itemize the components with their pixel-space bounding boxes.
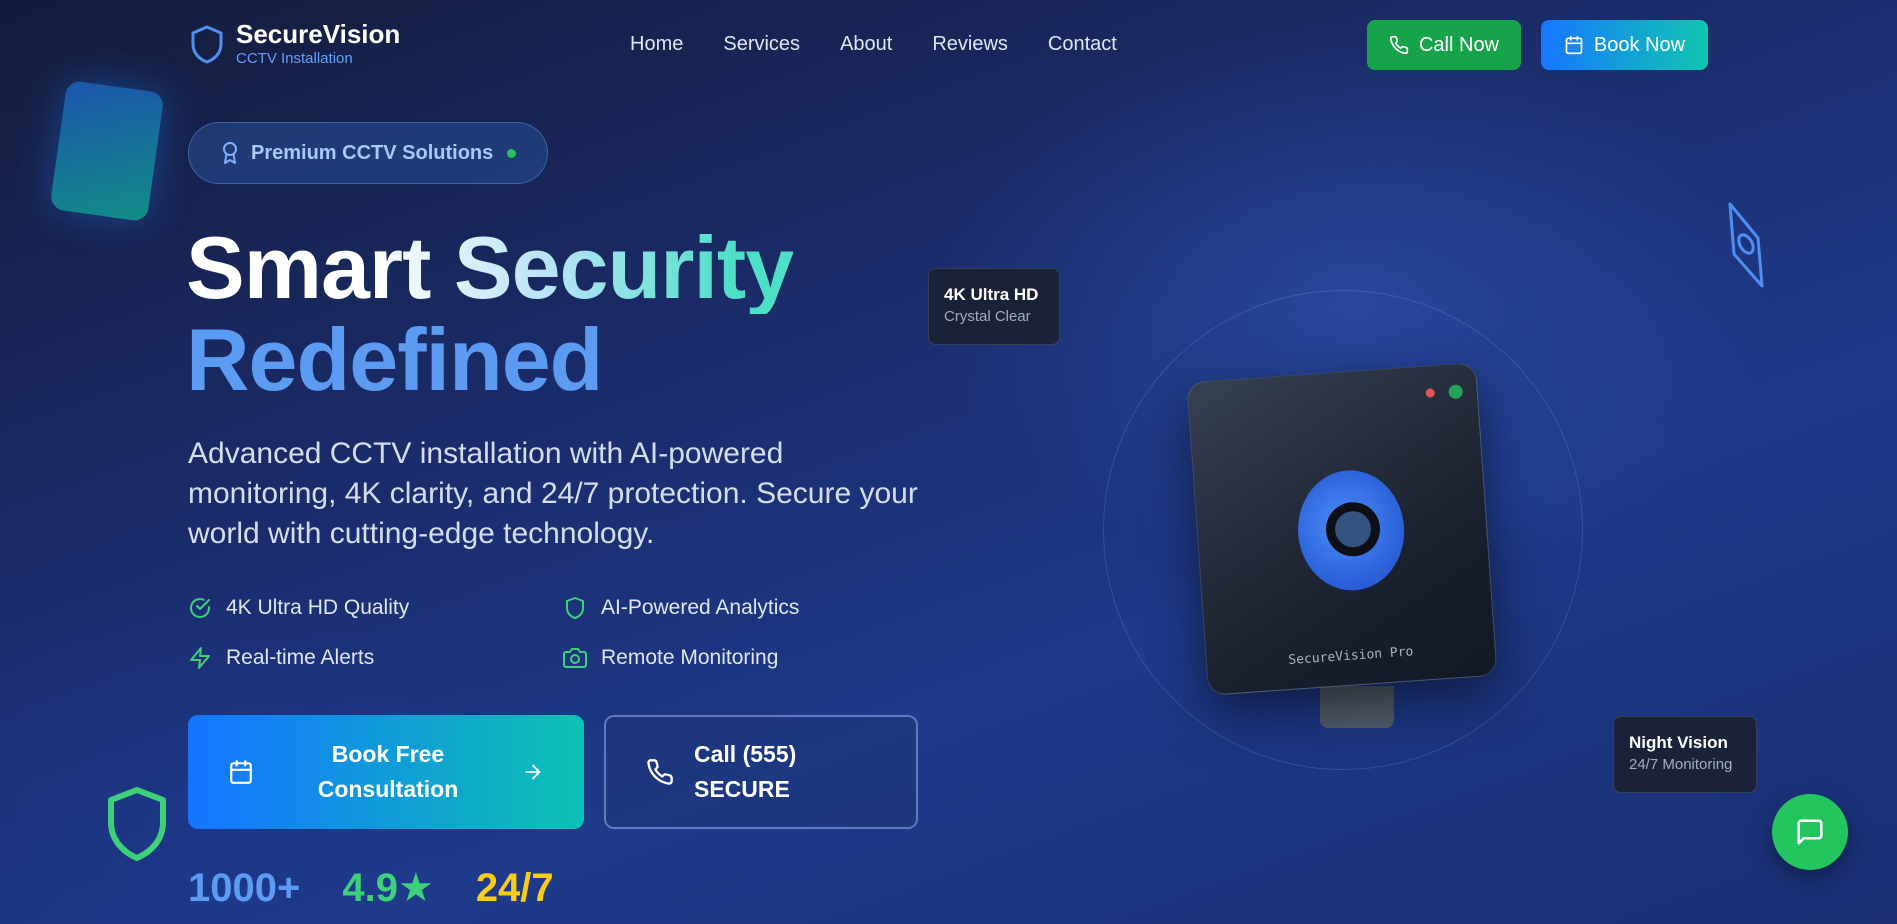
calendar-icon — [230, 760, 252, 784]
stat-item: 1000+ — [188, 866, 300, 910]
chat-button[interactable] — [1772, 794, 1848, 870]
feature-item: Remote Monitoring — [563, 644, 938, 672]
nav-link-home[interactable]: Home — [630, 33, 683, 56]
card-subtitle: Crystal Clear — [944, 308, 1031, 325]
feature-label: Real-time Alerts — [226, 646, 375, 669]
card-title: 4K Ultra HD — [944, 285, 1039, 304]
status-dot — [507, 148, 517, 158]
stat-item: 24/7 — [476, 866, 554, 910]
premium-badge: Premium CCTV Solutions — [188, 122, 548, 184]
feature-item: AI-Powered Analytics — [563, 594, 938, 622]
feature-item: Real-time Alerts — [188, 644, 563, 672]
calendar-icon — [1565, 35, 1583, 55]
decorative-card — [49, 79, 165, 223]
feature-label: 4K Ultra HD Quality — [226, 596, 410, 619]
lens-aperture — [1324, 500, 1382, 559]
card-title: Night Vision — [1629, 733, 1728, 752]
nav-link-services[interactable]: Services — [723, 33, 800, 56]
nav-links: Home Services About Reviews Contact — [630, 33, 1117, 56]
hero-description: Advanced CCTV installation with AI-power… — [188, 437, 918, 550]
top-navbar: SecureVision CCTV Installation Home Serv… — [0, 0, 1897, 90]
lightning-icon — [190, 647, 210, 669]
badge-label: Premium CCTV Solutions — [251, 141, 494, 164]
lens-core — [1333, 510, 1373, 549]
book-consultation-label: Book Free Consultation — [317, 741, 459, 802]
brand-name: SecureVision — [236, 19, 401, 49]
call-secure-label: Call (555) SECURE — [694, 741, 797, 802]
brand-tagline: CCTV Installation — [236, 50, 353, 67]
green-led-indicator — [1448, 384, 1464, 400]
phone-icon — [1389, 35, 1409, 55]
feature-card-4k: 4K Ultra HD Crystal Clear — [928, 268, 1060, 345]
award-icon — [223, 142, 237, 164]
chat-icon — [1797, 819, 1823, 845]
hero-title-line2: Redefined — [186, 310, 603, 409]
nav-link-contact[interactable]: Contact — [1048, 33, 1117, 56]
camera-icon — [563, 648, 587, 668]
nav-link-about[interactable]: About — [840, 33, 892, 56]
book-now-button[interactable]: Book Now — [1541, 20, 1708, 70]
decorative-camera-icon — [1728, 202, 1764, 288]
nav-link-reviews[interactable]: Reviews — [932, 33, 1008, 56]
check-circle-icon — [190, 598, 210, 618]
feature-list: 4K Ultra HD Quality AI-Powered Analytics… — [188, 594, 948, 672]
shield-icon — [191, 25, 223, 64]
camera-device: SecureVision Pro — [1186, 362, 1498, 696]
stat-value: 1000+ — [188, 866, 301, 910]
stats-row: 1000+ 4.9★ 24/7 — [188, 866, 554, 910]
feature-item: 4K Ultra HD Quality — [188, 594, 563, 622]
call-now-label: Call Now — [1418, 33, 1500, 56]
hero-title: Smart Security Redefined — [186, 218, 794, 409]
decorative-shield-icon — [108, 787, 166, 861]
red-led-indicator — [1425, 388, 1436, 398]
device-stand — [1320, 686, 1394, 728]
book-now-label: Book Now — [1593, 33, 1686, 56]
device-label: SecureVision Pro — [1287, 644, 1414, 669]
book-consultation-button[interactable]: Book Free Consultation — [188, 715, 584, 829]
feature-label: AI-Powered Analytics — [601, 596, 800, 619]
feature-card-night-vision: Night Vision 24/7 Monitoring — [1613, 716, 1757, 793]
brand-logo[interactable]: SecureVision CCTV Installation — [190, 20, 400, 68]
stat-value: 24/7 — [475, 866, 554, 910]
feature-label: Remote Monitoring — [601, 646, 779, 669]
call-now-button[interactable]: Call Now — [1367, 20, 1521, 70]
arrow-right-icon — [525, 764, 541, 780]
stat-item: 4.9★ — [342, 866, 433, 910]
card-subtitle: 24/7 Monitoring — [1629, 756, 1733, 773]
hero-title-line1: Smart Security — [186, 218, 794, 317]
shield-icon — [566, 597, 584, 619]
call-secure-button[interactable]: Call (555) SECURE — [604, 715, 918, 829]
phone-icon — [647, 759, 673, 785]
camera-lens — [1294, 466, 1409, 594]
stat-value: 4.9★ — [342, 866, 434, 910]
